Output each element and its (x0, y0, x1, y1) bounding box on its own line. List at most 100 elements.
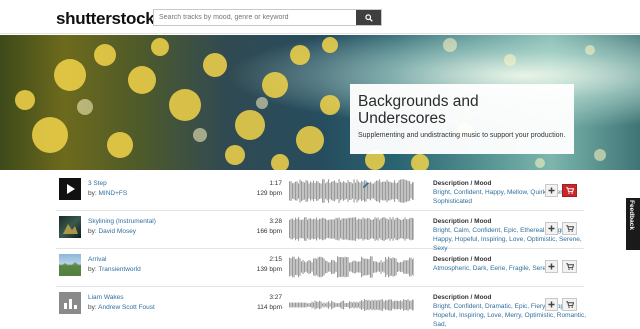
waveform-bar (367, 300, 369, 310)
track-title[interactable]: Liam Wakes (88, 294, 124, 301)
top-bar: shutterstock (0, 0, 640, 34)
waveform-bar (295, 302, 297, 308)
cart-button[interactable] (562, 222, 577, 235)
track-title[interactable]: Skylining (Instrumental) (88, 218, 156, 225)
waveform-bar (292, 218, 294, 240)
waveform-bar (304, 261, 306, 273)
waveform-bar (293, 256, 295, 278)
waveform-bar (314, 300, 316, 310)
artist-link[interactable]: Andrew Scott Foust (98, 304, 155, 311)
waveform-bar (337, 218, 339, 240)
add-button[interactable] (545, 184, 558, 197)
waveform-bar (377, 262, 379, 272)
waveform-bar (398, 180, 400, 202)
track-title[interactable]: Arrival (88, 256, 106, 263)
feedback-tab[interactable]: Feedback (626, 198, 640, 250)
pencil-icon[interactable] (362, 181, 370, 189)
waveform-bar (335, 217, 337, 241)
cart-button[interactable] (562, 298, 577, 311)
waveform-bar (358, 181, 360, 201)
waveform-bar (352, 261, 354, 273)
waveform-bar (355, 260, 357, 274)
search-button[interactable] (356, 10, 381, 25)
waveform-bar (389, 217, 391, 241)
waveform-bar (358, 302, 360, 308)
waveform-bar (311, 262, 313, 272)
waveform-bar (392, 217, 394, 241)
landscape-art-thumbnail[interactable] (59, 254, 81, 276)
chart-art-icon (64, 299, 77, 309)
waveform-bar (370, 300, 372, 310)
waveform-bar (298, 183, 300, 199)
track-duration: 1:17 (269, 180, 282, 187)
waveform-bar (392, 301, 394, 309)
artist-link[interactable]: Transientworld (98, 266, 140, 273)
track-row: 3 Step by: MIND+FS 1:17 129 bpm Descript… (56, 173, 584, 211)
waveform-bar (305, 217, 307, 241)
waveform-bar (317, 181, 319, 201)
artist-link[interactable]: David Mosey (98, 228, 136, 235)
waveform-bar (367, 258, 369, 276)
waveform-bar (314, 219, 316, 239)
hero-card: Backgrounds and Underscores Supplementin… (350, 84, 574, 154)
waveform-bar (325, 260, 327, 274)
waveform-bar (400, 300, 402, 310)
waveform-bar (308, 259, 310, 275)
waveform-bar (350, 301, 352, 309)
waveform-bar (335, 303, 337, 307)
waveform-bar (334, 260, 336, 274)
shutterstock-logo[interactable]: shutterstock (56, 9, 155, 29)
search-input[interactable] (154, 10, 358, 25)
waveform[interactable] (289, 216, 414, 242)
chart-art-thumbnail[interactable] (59, 292, 81, 314)
waveform[interactable] (289, 292, 414, 318)
waveform-bar (395, 183, 397, 199)
waveform-bar (341, 256, 343, 278)
waveform-bar (374, 217, 376, 241)
landscape-art-icon (59, 262, 81, 276)
waveform-bar (331, 219, 333, 239)
track-bpm: 166 bpm (256, 228, 282, 235)
waveform-bar (380, 299, 382, 311)
waveform-bar (388, 256, 390, 278)
add-button[interactable] (545, 298, 558, 311)
waveform-bar (365, 218, 367, 240)
album-art-thumbnail[interactable] (59, 216, 81, 238)
track-title[interactable]: 3 Step (88, 180, 107, 187)
waveform-bar (391, 182, 393, 200)
waveform-bar (398, 218, 400, 240)
waveform-bar (302, 219, 304, 239)
play-button[interactable] (59, 178, 81, 200)
waveform-bar (374, 261, 376, 273)
cart-button[interactable] (562, 184, 577, 197)
waveform-bar (344, 303, 346, 307)
waveform-bar (400, 219, 402, 239)
waveform-bar (361, 219, 363, 239)
waveform-bar (376, 180, 378, 202)
waveform-bar (320, 301, 322, 309)
waveform-bar (365, 258, 367, 276)
waveform-bar (344, 218, 346, 240)
waveform-bar (292, 302, 294, 308)
waveform-bar (290, 181, 292, 201)
waveform-bar (380, 182, 382, 200)
cart-button[interactable] (562, 260, 577, 273)
waveform-bar (307, 219, 309, 239)
waveform-bar (292, 256, 294, 278)
waveform[interactable] (289, 254, 414, 280)
add-button[interactable] (545, 260, 558, 273)
waveform-bar (404, 299, 406, 311)
waveform-bar (326, 181, 328, 201)
waveform-bar (358, 261, 360, 273)
waveform[interactable] (289, 178, 414, 204)
waveform-bar (304, 182, 306, 200)
waveform-bar (331, 181, 333, 201)
waveform-bar (367, 218, 369, 240)
artist-link[interactable]: MIND+FS (98, 190, 127, 197)
waveform-bar (307, 261, 309, 273)
search-box (153, 9, 382, 26)
waveform-bar (341, 182, 343, 200)
waveform-bar (296, 219, 298, 239)
waveform-bar (410, 217, 412, 241)
add-button[interactable] (545, 222, 558, 235)
